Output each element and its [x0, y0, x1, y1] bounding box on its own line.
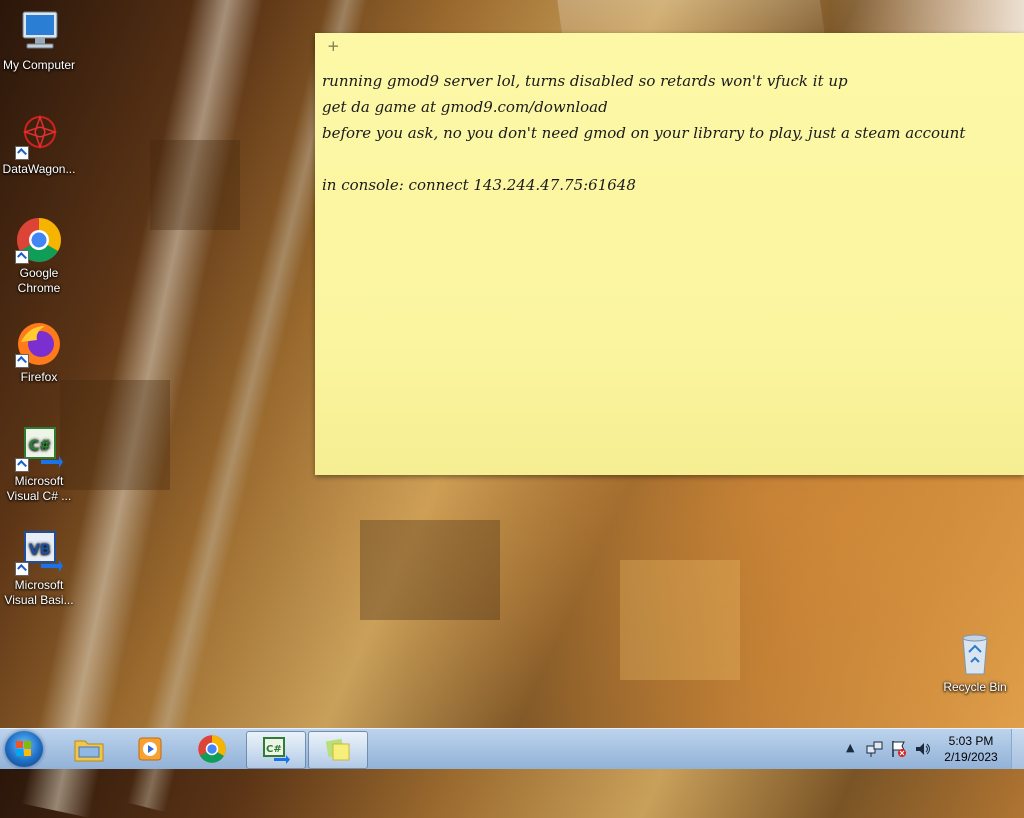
start-button[interactable]: [5, 731, 43, 767]
windows-logo-icon: [16, 741, 32, 757]
action-center-icon[interactable]: [890, 740, 908, 758]
desktop-icon-label: Recycle Bin: [943, 680, 1007, 694]
desktop-icon-label: Google Chrome: [17, 266, 61, 295]
svg-text:VB: VB: [29, 542, 51, 558]
sticky-notes-icon: [325, 738, 350, 761]
sticky-note-line: running gmod9 server lol, turns disabled…: [322, 72, 848, 90]
desktop-icon-recycle-bin[interactable]: Recycle Bin: [937, 630, 1013, 695]
desktop-icon-label: Microsoft Visual C# ...: [6, 474, 72, 503]
show-desktop-button[interactable]: [1011, 729, 1024, 769]
taskbar: C# ▲ 5:03 PM 2/19/2023: [0, 728, 1024, 769]
chrome-icon: [15, 216, 63, 264]
shortcut-arrow-icon: [15, 146, 29, 160]
chrome-icon: [198, 735, 226, 763]
shortcut-arrow-icon: [15, 354, 29, 368]
taskbar-button-sticky-notes[interactable]: [308, 731, 368, 769]
network-icon[interactable]: [866, 740, 884, 758]
wallpaper-tile: [360, 520, 500, 620]
sticky-note-line: get da game at gmod9.com/download: [322, 98, 608, 116]
taskbar-button-media-player[interactable]: [121, 731, 179, 767]
system-tray: ▲ 5:03 PM 2/19/2023: [824, 729, 1024, 769]
svg-text:C#: C#: [266, 744, 282, 755]
visual-csharp-icon: C#: [15, 424, 63, 472]
shortcut-arrow-icon: [15, 250, 29, 264]
desktop-icon-chrome[interactable]: Google Chrome: [1, 216, 77, 296]
desktop-icon-label: Microsoft Visual Basi...: [4, 578, 74, 607]
shortcut-arrow-icon: [15, 458, 29, 472]
desktop-icon-label: Firefox: [20, 370, 58, 384]
desktop-icon-visual-basic[interactable]: VB Microsoft Visual Basi...: [1, 528, 77, 608]
shortcut-arrow-icon: [15, 562, 29, 576]
sticky-note-line: before you ask, no you don't need gmod o…: [322, 124, 966, 142]
desktop-icon-my-computer[interactable]: My Computer: [1, 8, 77, 73]
taskbar-button-visual-csharp[interactable]: C#: [246, 731, 306, 769]
media-player-icon: [138, 737, 162, 761]
clock-date: 2/19/2023: [944, 750, 998, 764]
show-hidden-icons-arrow[interactable]: ▲: [846, 741, 854, 754]
desktop-icon-label: DataWagon...: [2, 162, 76, 176]
desktop-icon-label: My Computer: [2, 58, 76, 72]
firefox-icon: [15, 320, 63, 368]
desktop-icon-datawagon[interactable]: DataWagon...: [1, 112, 77, 177]
sticky-note-text[interactable]: running gmod9 server lol, turns disabled…: [322, 68, 1014, 198]
folder-icon: [74, 740, 104, 762]
visual-basic-icon: VB: [15, 528, 63, 576]
computer-icon: [15, 8, 63, 56]
taskbar-button-chrome[interactable]: [183, 731, 241, 767]
wallpaper-tile: [620, 560, 740, 680]
new-note-button[interactable]: +: [327, 37, 340, 55]
taskbar-button-explorer[interactable]: [60, 731, 118, 767]
visual-csharp-icon: C#: [263, 737, 290, 764]
sticky-note[interactable]: + running gmod9 server lol, turns disabl…: [315, 33, 1024, 475]
sticky-note-line: in console: connect 143.244.47.75:61648: [322, 176, 636, 194]
wallpaper-tile: [150, 140, 240, 230]
taskbar-clock[interactable]: 5:03 PM 2/19/2023: [938, 733, 1004, 765]
desktop-icon-visual-csharp[interactable]: C# Microsoft Visual C# ...: [1, 424, 77, 504]
clock-time: 5:03 PM: [948, 734, 994, 748]
svg-text:C#: C#: [29, 438, 51, 454]
sticky-note-line: [322, 146, 1014, 172]
datawagon-icon: [15, 112, 63, 160]
recycle-bin-icon: [951, 630, 999, 678]
desktop-icon-firefox[interactable]: Firefox: [1, 320, 77, 385]
volume-icon[interactable]: [914, 740, 932, 758]
